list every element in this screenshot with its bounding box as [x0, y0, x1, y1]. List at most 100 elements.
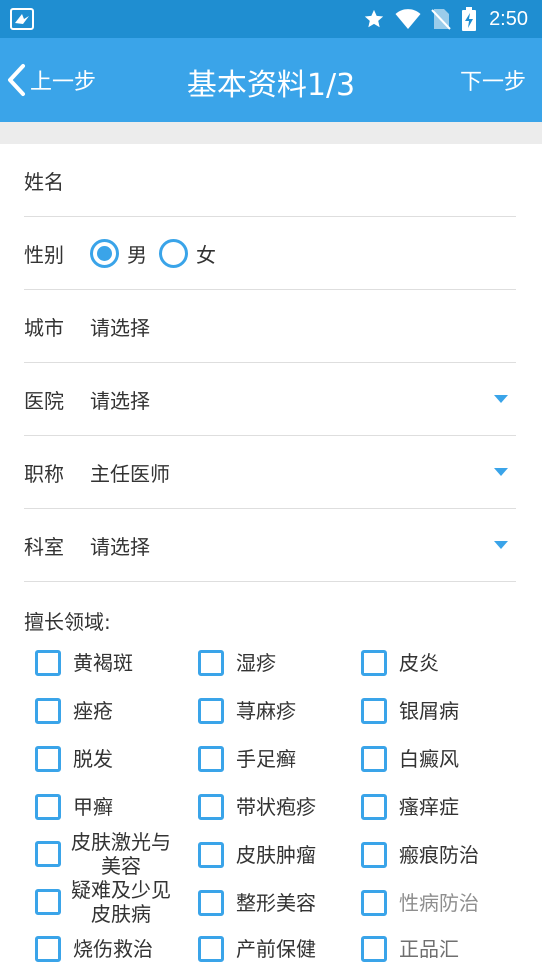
expertise-label: 甲癣 — [73, 795, 113, 819]
expertise-checkbox[interactable]: 疑难及少见皮肤病 — [35, 878, 179, 926]
checkbox-icon — [198, 746, 224, 772]
expertise-checkbox[interactable]: 黄褐斑 — [35, 650, 133, 676]
checkbox-icon — [198, 650, 224, 676]
gender-radio-female[interactable]: 女 — [159, 238, 216, 268]
gender-row: 性别 男 女 — [24, 217, 516, 290]
checkbox-icon — [361, 890, 387, 916]
expertise-checkbox[interactable]: 皮肤激光与美容 — [35, 830, 179, 878]
checkbox-icon — [361, 842, 387, 868]
expertise-label: 产前保健 — [236, 937, 316, 961]
checkbox-icon — [35, 650, 61, 676]
expertise-checkbox[interactable]: 甲癣 — [35, 794, 113, 820]
section-divider — [0, 122, 542, 144]
city-label: 城市 — [24, 315, 64, 340]
checkbox-icon — [35, 889, 61, 915]
checkbox-icon — [35, 746, 61, 772]
gender-label: 性别 — [24, 242, 64, 267]
hospital-row[interactable]: 医院 请选择 — [24, 363, 516, 436]
hospital-select[interactable]: 请选择 — [90, 385, 150, 414]
expertise-label: 荨麻疹 — [236, 699, 296, 723]
expertise-checkbox[interactable]: 产前保健 — [198, 936, 316, 962]
expertise-label: 皮肤肿瘤 — [236, 843, 316, 867]
star-icon — [364, 9, 384, 28]
city-row[interactable]: 城市 请选择 — [24, 290, 516, 363]
checkbox-icon — [361, 794, 387, 820]
expertise-checkbox[interactable]: 脱发 — [35, 746, 113, 772]
expertise-label: 烧伤救治 — [73, 937, 153, 961]
gender-radio-male[interactable]: 男 — [90, 238, 147, 268]
expertise-checkbox[interactable]: 带状疱疹 — [198, 794, 316, 820]
expertise-label: 黄褐斑 — [73, 651, 133, 675]
status-bar: 2:50 — [0, 0, 542, 38]
checkbox-icon — [198, 842, 224, 868]
name-label: 姓名 — [24, 169, 64, 194]
gender-female-label: 女 — [196, 242, 216, 267]
expertise-label: 湿疹 — [236, 651, 276, 675]
city-select[interactable]: 请选择 — [90, 312, 150, 341]
expertise-checkbox[interactable]: 瘙痒症 — [361, 794, 459, 820]
checkbox-icon — [198, 794, 224, 820]
watermark-text: 正品汇 — [399, 937, 459, 961]
expertise-label: 疑难及少见皮肤病 — [71, 878, 171, 926]
caret-down-icon[interactable] — [494, 395, 508, 403]
checkbox-icon — [35, 698, 61, 724]
expertise-label: 白癜风 — [399, 747, 459, 771]
next-button[interactable]: 下一步 — [460, 64, 526, 96]
caret-down-icon[interactable] — [494, 541, 508, 549]
expertise-checkbox[interactable]: 皮炎 — [361, 650, 439, 676]
expertise-checkbox[interactable]: 瘢痕防治 — [361, 842, 479, 868]
expertise-label: 银屑病 — [399, 699, 459, 723]
battery-charging-icon — [462, 7, 477, 31]
expertise-label: 手足癣 — [236, 747, 296, 771]
radio-unchecked-icon — [159, 238, 188, 268]
title-label: 职称 — [24, 461, 64, 486]
expertise-checkbox[interactable]: 性病防治 — [361, 890, 479, 916]
department-label: 科室 — [24, 534, 64, 559]
department-select[interactable]: 请选择 — [90, 531, 150, 560]
checkbox-icon — [198, 698, 224, 724]
expertise-label: 皮肤激光与美容 — [71, 830, 171, 878]
expertise-checkbox[interactable]: 烧伤救治 — [35, 936, 153, 962]
checkbox-icon — [361, 650, 387, 676]
title-row[interactable]: 职称 主任医师 — [24, 436, 516, 509]
checkbox-icon — [35, 841, 61, 867]
wifi-icon — [395, 9, 421, 29]
department-row[interactable]: 科室 请选择 — [24, 509, 516, 582]
checkbox-icon — [198, 936, 224, 962]
expertise-label: 带状疱疹 — [236, 795, 316, 819]
name-row[interactable]: 姓名 — [24, 144, 516, 217]
expertise-heading: 擅长领域: — [24, 610, 111, 634]
no-sim-icon — [431, 9, 451, 30]
expertise-label: 皮炎 — [399, 651, 439, 675]
gender-male-label: 男 — [127, 242, 147, 267]
checkbox-icon — [198, 890, 224, 916]
expertise-label: 瘢痕防治 — [399, 843, 479, 867]
title-select[interactable]: 主任医师 — [90, 458, 170, 487]
expertise-label: 痤疮 — [73, 699, 113, 723]
expertise-checkbox[interactable]: 痤疮 — [35, 698, 113, 724]
expertise-checkbox[interactable]: 荨麻疹 — [198, 698, 296, 724]
expertise-checkbox[interactable]: 正品汇 — [361, 936, 459, 962]
caret-down-icon[interactable] — [494, 468, 508, 476]
basic-info-form: 姓名 性别 男 女 城市 请选择 医院 请选择 职称 主任医师 科室 请选择 擅… — [0, 144, 542, 962]
checkbox-icon — [361, 936, 387, 962]
expertise-checkbox[interactable]: 白癜风 — [361, 746, 459, 772]
hospital-label: 医院 — [24, 388, 64, 413]
expertise-checkbox[interactable]: 银屑病 — [361, 698, 459, 724]
checkbox-icon — [361, 746, 387, 772]
radio-checked-icon — [90, 238, 119, 268]
expertise-checkbox[interactable]: 整形美容 — [198, 890, 316, 916]
checkbox-icon — [35, 936, 61, 962]
status-time: 2:50 — [489, 7, 528, 30]
expertise-checkbox[interactable]: 手足癣 — [198, 746, 296, 772]
nav-bar: 上一步 基本资料1/3 下一步 — [0, 38, 542, 122]
app-bird-icon — [10, 8, 34, 30]
expertise-label: 性病防治 — [399, 891, 479, 915]
expertise-checkbox[interactable]: 皮肤肿瘤 — [198, 842, 316, 868]
expertise-label: 整形美容 — [236, 891, 316, 915]
expertise-checkbox[interactable]: 湿疹 — [198, 650, 276, 676]
expertise-label: 瘙痒症 — [399, 795, 459, 819]
checkbox-icon — [361, 698, 387, 724]
checkbox-icon — [35, 794, 61, 820]
expertise-label: 脱发 — [73, 747, 113, 771]
